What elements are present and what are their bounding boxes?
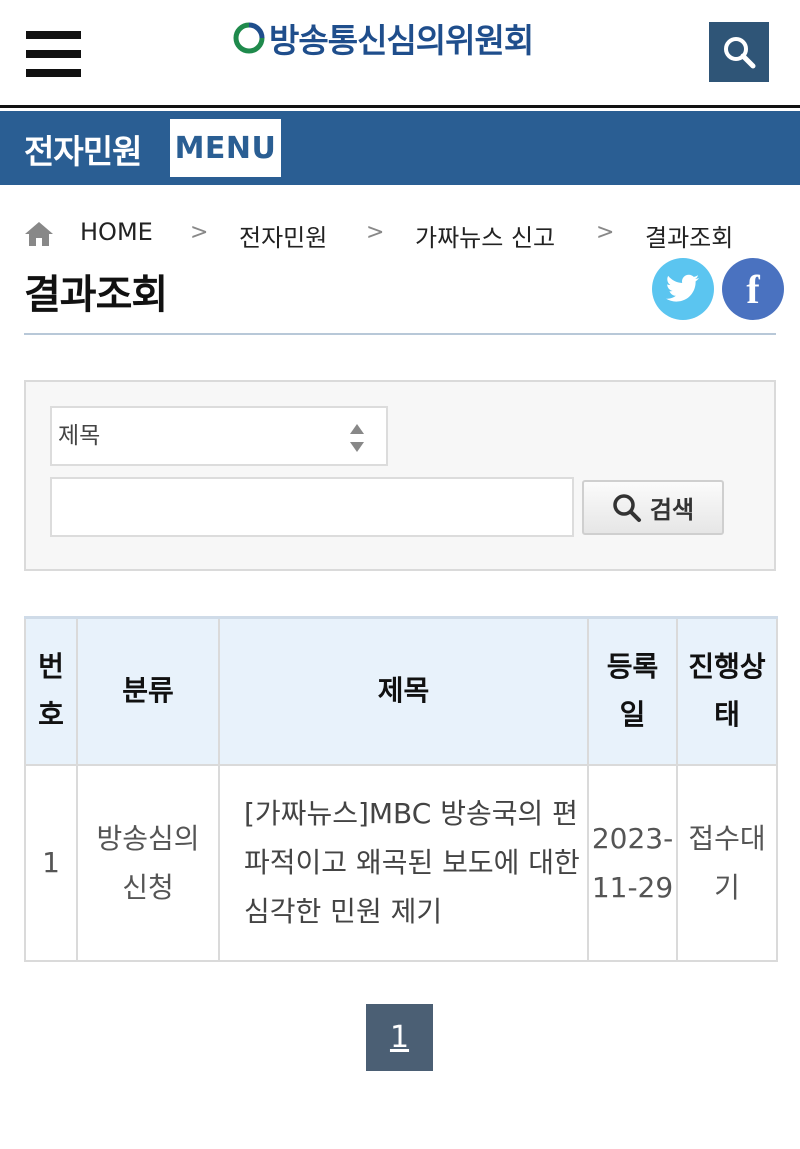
breadcrumb-complaint[interactable]: 전자민원 (239, 218, 327, 253)
section-menubar: 전자민원 MENU (0, 111, 800, 185)
search-button[interactable] (709, 22, 769, 82)
breadcrumb-separator: > (366, 220, 385, 245)
site-logo[interactable]: 방송통신심의위원회 (233, 16, 534, 60)
cell-category: 방송심의신청 (76, 763, 220, 962)
logo-text: 방송통신심의위원회 (269, 21, 534, 60)
search-field-select[interactable]: 제목 (50, 406, 388, 466)
breadcrumb-home[interactable]: HOME (80, 218, 153, 246)
column-header-category: 분류 (76, 616, 220, 766)
table-row[interactable]: 1 방송심의신청 [가짜뉴스]MBC 방송국의 편파적이고 왜곡된 보도에 대한… (24, 763, 778, 962)
column-header-status: 진행상태 (676, 616, 778, 766)
breadcrumb: HOME > 전자민원 > 가짜뉴스 신고 > 결과조회 (24, 214, 784, 254)
section-title: 전자민원 (24, 132, 142, 171)
search-input[interactable] (50, 477, 574, 537)
twitter-share-button[interactable] (652, 258, 714, 320)
search-submit-button[interactable]: 검색 (582, 480, 724, 535)
column-header-date: 등록일 (587, 616, 678, 766)
cell-date: 2023-11-29 (587, 763, 678, 962)
search-icon (613, 493, 641, 522)
column-header-number: 번호 (24, 616, 78, 766)
cell-status: 접수대기 (676, 763, 778, 962)
select-arrows-icon (350, 424, 364, 452)
page-title: 결과조회 (24, 272, 168, 318)
cell-title-link[interactable]: [가짜뉴스]MBC 방송국의 편파적이고 왜곡된 보도에 대한 심각한 민원 제… (218, 763, 589, 962)
column-header-title: 제목 (218, 616, 589, 766)
breadcrumb-separator: > (596, 220, 615, 245)
logo-mark-icon (233, 22, 265, 54)
breadcrumb-current: 결과조회 (645, 224, 734, 252)
top-header: 방송통신심의위원회 (0, 0, 800, 108)
hamburger-icon[interactable] (26, 31, 81, 77)
search-field-selected: 제목 (58, 423, 101, 449)
page-1-button[interactable]: 1 (366, 1004, 433, 1071)
table-header-row: 번호 분류 제목 등록일 진행상태 (24, 616, 778, 766)
search-submit-label: 검색 (649, 496, 695, 524)
results-table: 번호 분류 제목 등록일 진행상태 1 방송심의신청 [가짜뉴스]MBC 방송국… (24, 616, 778, 962)
breadcrumb-separator: > (190, 220, 209, 245)
facebook-icon: f (746, 266, 760, 312)
cell-number: 1 (24, 763, 78, 962)
home-icon[interactable] (24, 221, 54, 247)
menu-button[interactable]: MENU (170, 119, 281, 177)
search-icon (724, 37, 756, 69)
search-panel: 제목 검색 (24, 380, 776, 571)
breadcrumb-fake-news[interactable]: 가짜뉴스 신고 (415, 218, 555, 253)
facebook-share-button[interactable]: f (722, 258, 784, 320)
twitter-icon (666, 274, 699, 302)
title-divider (24, 333, 776, 335)
